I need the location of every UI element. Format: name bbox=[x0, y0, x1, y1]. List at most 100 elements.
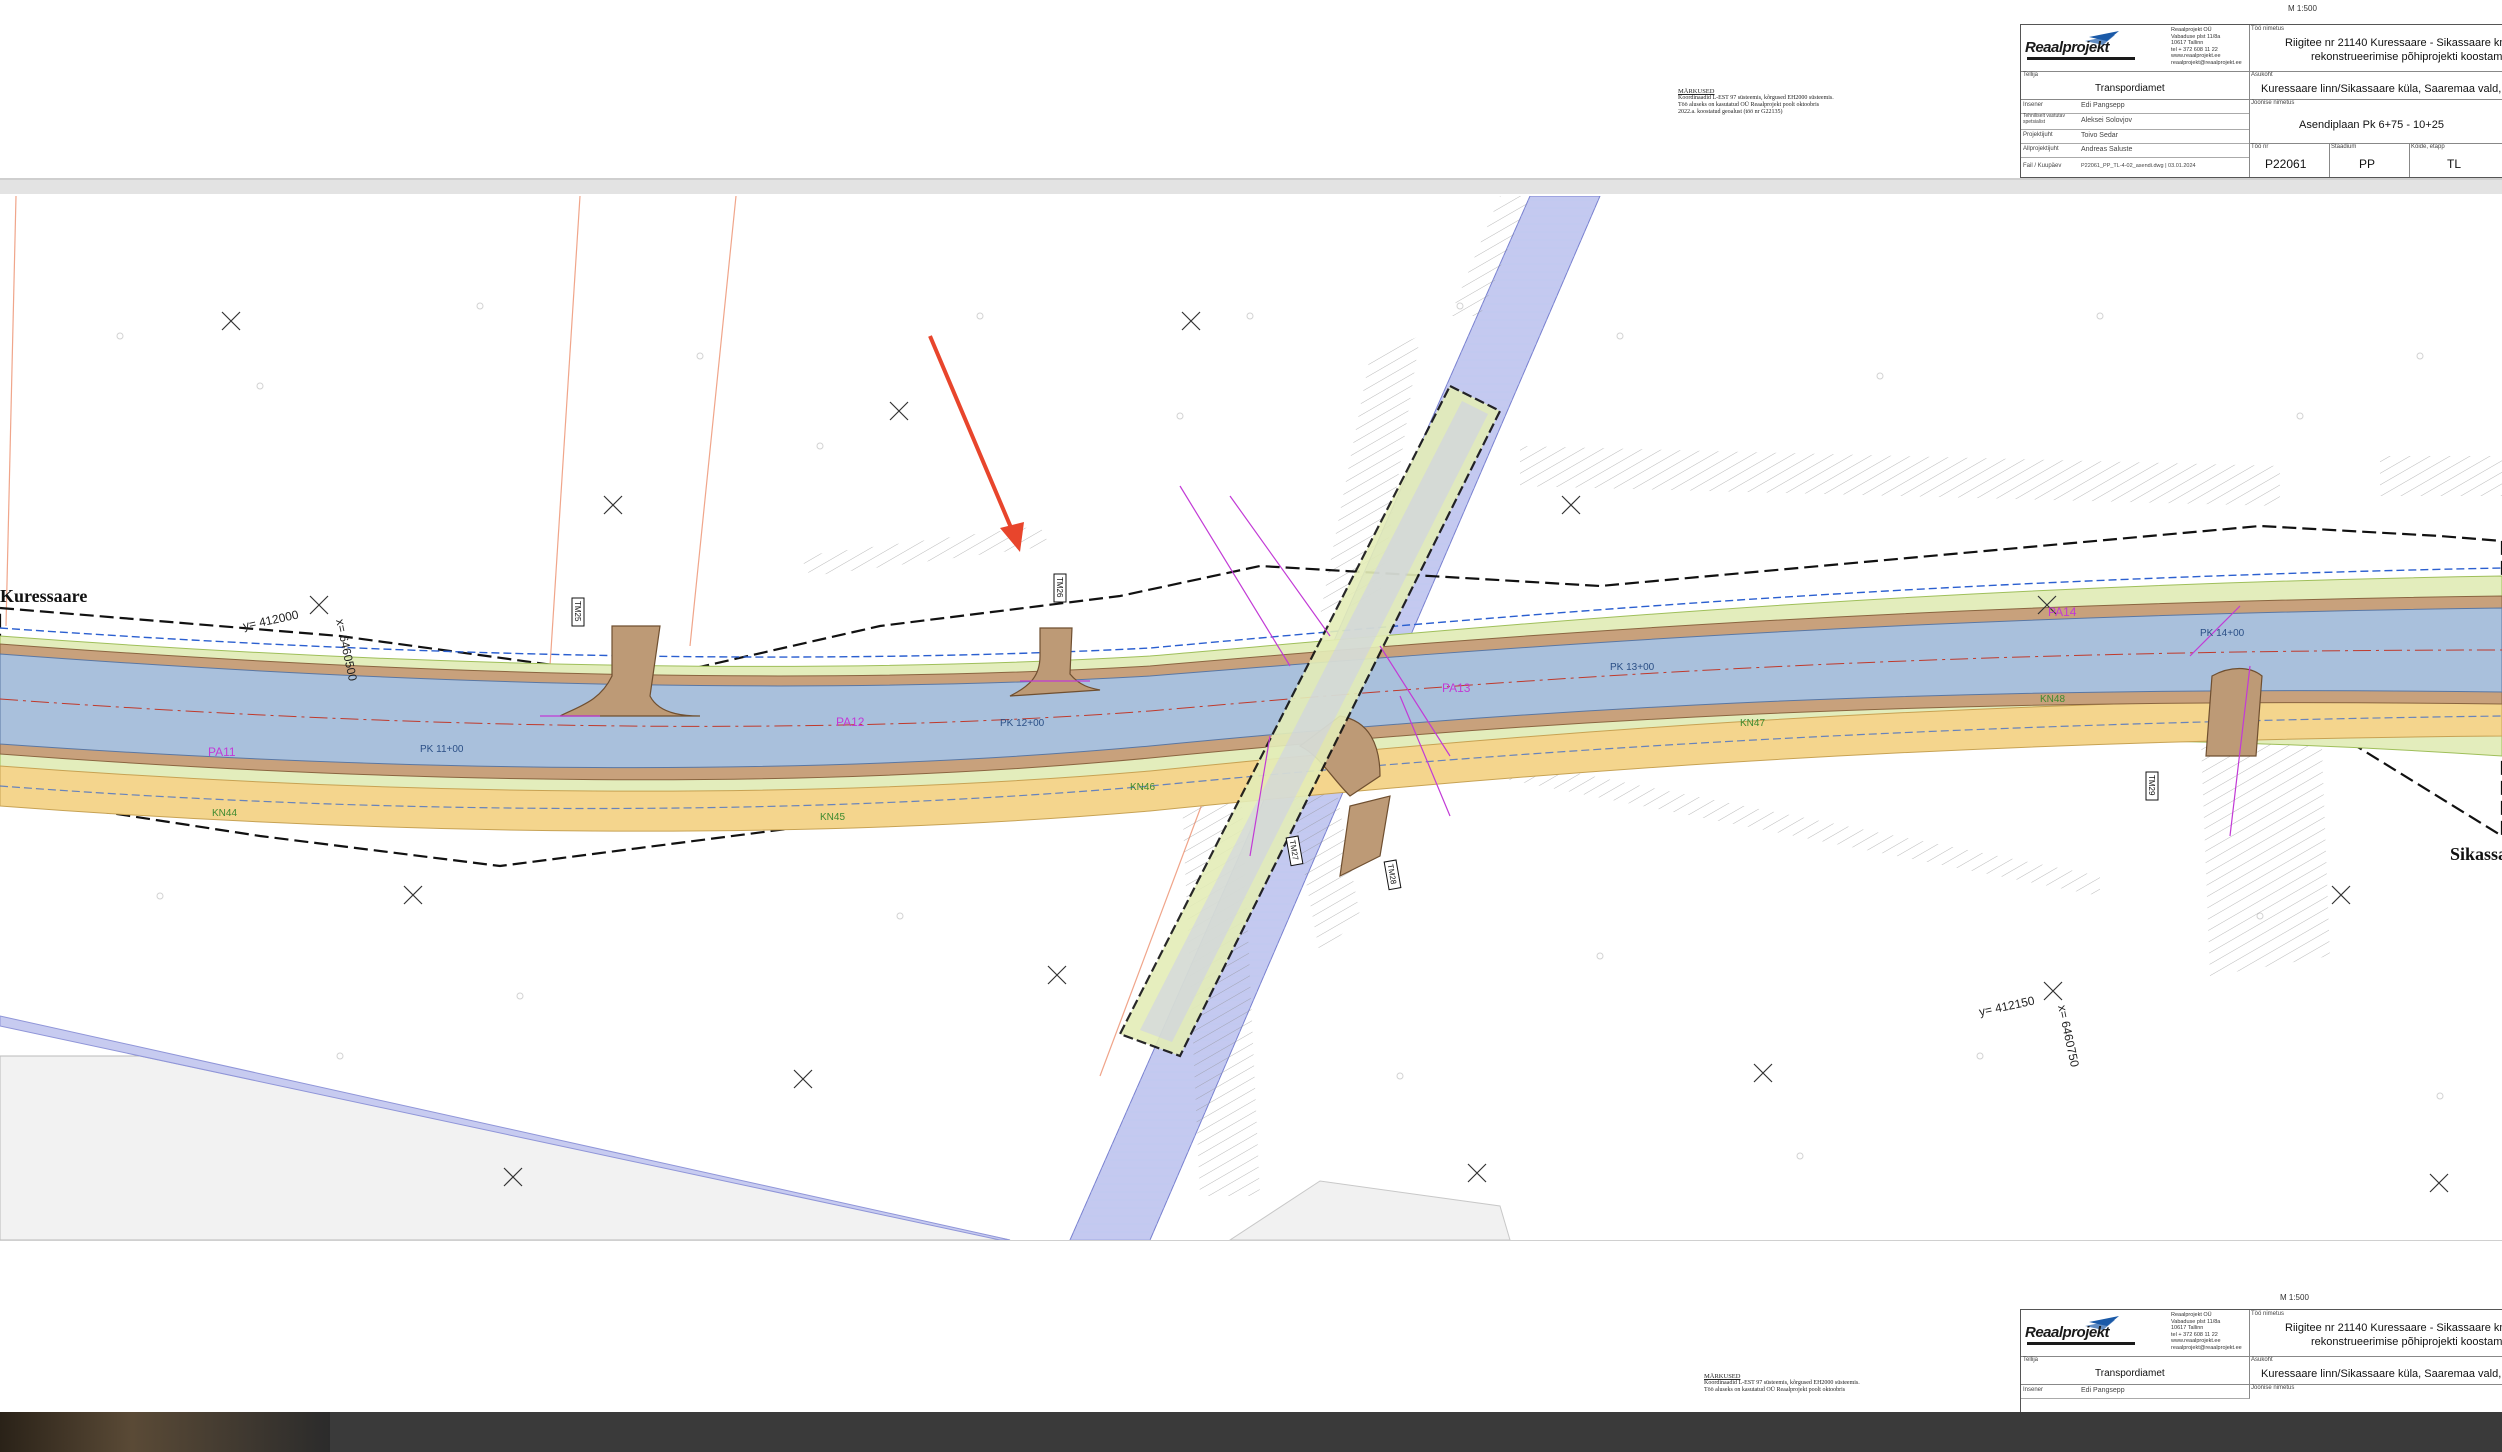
file-label: Fail / Kuupäev bbox=[2023, 163, 2062, 169]
drawing-name-cell: Joonise nimetus bbox=[2249, 1384, 2502, 1414]
coord-label: y= 412150 bbox=[1978, 993, 2036, 1018]
pa-label: PA13 bbox=[1442, 681, 1471, 695]
notes-line: 2022.a. koostatud geoalust (töö nr G2213… bbox=[1678, 109, 1783, 115]
notes-line: Koordinaadid L-EST 97 süsteemis, kõrguse… bbox=[1704, 1380, 1860, 1386]
kn-label: KN45 bbox=[820, 812, 845, 823]
bottom-scale-label: M 1:500 bbox=[2280, 1293, 2309, 1302]
notes-heading: MÄRKUSED bbox=[1704, 1373, 1741, 1380]
top-drawing-sheet: M 1:500 MÄRKUSED Koordinaadid L-EST 97 s… bbox=[0, 0, 2502, 180]
tag-box: TM26 bbox=[1053, 573, 1067, 603]
site-plan-map: Kuressaare Sikassa y= 412000 x= 6460500 … bbox=[0, 196, 2502, 1240]
bottom-notes: MÄRKUSED Koordinaadid L-EST 97 süsteemis… bbox=[1704, 1373, 1860, 1394]
paved-area-left bbox=[0, 1055, 1011, 1240]
person-row: Projektijuht Toivo Sedar bbox=[2021, 129, 2250, 144]
work-no-label: Töö nr bbox=[2251, 144, 2269, 150]
notes-line: Töö aluseks on kasutatud OÜ Reaalprojekt… bbox=[1704, 1387, 1846, 1393]
person-role: Insener bbox=[2023, 1387, 2044, 1393]
work-name-line: rekonstrueerimise põhiprojekti koostam bbox=[2311, 51, 2502, 63]
person-role: Insener bbox=[2023, 102, 2044, 108]
person-name: Aleksei Solovjov bbox=[2081, 117, 2132, 124]
chainage-label: PK 14+00 bbox=[2200, 628, 2245, 639]
client-label: Tellija bbox=[2023, 72, 2039, 78]
bottom-drawing-sheet: M 1:500 MÄRKUSED Koordinaadid L-EST 97 s… bbox=[0, 1240, 2502, 1414]
photo-thumbnail[interactable] bbox=[0, 1412, 330, 1452]
tag-box: TM28 bbox=[1383, 859, 1402, 891]
work-name-label: Töö nimetus bbox=[2251, 1311, 2285, 1317]
tag-text: TM29 bbox=[2147, 775, 2156, 796]
tag-text: TM26 bbox=[1055, 577, 1064, 598]
person-role: Tehniliselt vastutav spetsialist bbox=[2023, 113, 2065, 125]
work-name-label: Töö nimetus bbox=[2251, 26, 2285, 32]
kn-label: KN44 bbox=[212, 808, 237, 819]
work-name-cell: Töö nimetus Riigitee nr 21140 Kuressaare… bbox=[2249, 25, 2502, 72]
top-notes: MÄRKUSED Koordinaadid L-EST 97 süsteemis… bbox=[1678, 88, 1834, 116]
address-line: reaalprojekt@reaalprojekt.ee bbox=[2171, 1344, 2242, 1351]
location-label: Asukoht bbox=[2251, 72, 2273, 78]
person-row: Tehniliselt vastutav spetsialist Aleksei… bbox=[2021, 113, 2250, 130]
kn-label: KN46 bbox=[1130, 782, 1155, 793]
location-cell: Asukoht Kuressaare linn/Sikassaare küla,… bbox=[2249, 71, 2502, 100]
town-label-left: Kuressaare bbox=[0, 586, 87, 606]
location-value: Kuressaare linn/Sikassaare küla, Saarema… bbox=[2261, 83, 2502, 95]
kn-label: KN47 bbox=[1740, 718, 1765, 729]
drawing-name-label: Joonise nimetus bbox=[2251, 1385, 2295, 1391]
notes-line: Koordinaadid L-EST 97 süsteemis, kõrguse… bbox=[1678, 95, 1834, 101]
company-logo-text: Reaalprojekt bbox=[2025, 39, 2110, 56]
notes-line: Töö aluseks on kasutatud OÜ Reaalprojekt… bbox=[1678, 102, 1820, 108]
person-name: Toivo Sedar bbox=[2081, 132, 2118, 139]
location-cell: Asukoht Kuressaare linn/Sikassaare küla,… bbox=[2249, 1356, 2502, 1385]
notes-heading: MÄRKUSED bbox=[1678, 88, 1715, 95]
work-name-line: Riigitee nr 21140 Kuressaare - Sikassaar… bbox=[2285, 1322, 2502, 1334]
tag-box: TM25 bbox=[571, 597, 585, 627]
drawing-name-value: Asendiplaan Pk 6+75 - 10+25 bbox=[2299, 119, 2444, 131]
red-arrow-icon bbox=[928, 335, 1024, 552]
client-value: Transpordiamet bbox=[2095, 1368, 2165, 1379]
drawing-name-label: Joonise nimetus bbox=[2251, 100, 2295, 106]
person-name: Edi Pangsepp bbox=[2081, 102, 2125, 109]
company-cell: Reaalprojekt Reaalprojekt OÜ Vabaduse pl… bbox=[2021, 25, 2250, 72]
stage-label: Staadium bbox=[2331, 144, 2357, 150]
company-cell: Reaalprojekt Reaalprojekt OÜ Vabaduse pl… bbox=[2021, 1310, 2250, 1357]
location-value: Kuressaare linn/Sikassaare küla, Saarema… bbox=[2261, 1368, 2502, 1380]
kn-label: KN48 bbox=[2040, 694, 2065, 705]
top-scale-label: M 1:500 bbox=[2288, 4, 2317, 13]
sheet-gap bbox=[0, 180, 2502, 194]
person-role: Projektijuht bbox=[2023, 132, 2053, 138]
stage-value: PP bbox=[2359, 157, 2376, 171]
client-value: Transpordiamet bbox=[2095, 83, 2165, 94]
person-role: Allprojektijuht bbox=[2023, 146, 2059, 152]
person-row: Insener Edi Pangsepp bbox=[2021, 99, 2250, 114]
person-row: Insener Edi Pangsepp bbox=[2021, 1384, 2250, 1399]
pa-label: PA11 bbox=[208, 745, 236, 759]
tag-box: TM29 bbox=[2145, 771, 2159, 801]
top-title-block: Reaalprojekt Reaalprojekt OÜ Vabaduse pl… bbox=[2020, 24, 2502, 178]
work-name-line: Riigitee nr 21140 Kuressaare - Sikassaar… bbox=[2285, 37, 2502, 49]
building-bottom bbox=[1229, 1180, 1511, 1240]
work-no-value: P22061 bbox=[2265, 157, 2307, 171]
address-line: reaalprojekt@reaalprojekt.ee bbox=[2171, 59, 2242, 66]
town-label-right: Sikassa bbox=[2450, 844, 2502, 864]
client-cell: Tellija Transpordiamet bbox=[2021, 71, 2250, 100]
viewer-bottom-strip bbox=[0, 1412, 2502, 1452]
chainage-label: PK 11+00 bbox=[420, 744, 464, 755]
location-label: Asukoht bbox=[2251, 1357, 2273, 1363]
part-value: TL bbox=[2447, 157, 2462, 171]
drawing-name-cell: Joonise nimetus Asendiplaan Pk 6+75 - 10… bbox=[2249, 99, 2502, 144]
pa-label: PA12 bbox=[836, 715, 865, 729]
tag-text: TM25 bbox=[573, 601, 582, 622]
company-address: Reaalprojekt OÜ Vabaduse plst 11/8a 1061… bbox=[2171, 27, 2242, 66]
client-label: Tellija bbox=[2023, 1357, 2039, 1363]
company-logo-text: Reaalprojekt bbox=[2025, 1324, 2110, 1341]
stage-cell: Staadium PP bbox=[2329, 143, 2410, 177]
coord-label: x= 6460750 bbox=[2055, 1004, 2082, 1069]
part-label: Köide, etapp bbox=[2411, 144, 2445, 150]
work-no-cell: Töö nr P22061 bbox=[2249, 143, 2330, 177]
company-address: Reaalprojekt OÜ Vabaduse plst 11/8a 1061… bbox=[2171, 1312, 2242, 1351]
client-cell: Tellija Transpordiamet bbox=[2021, 1356, 2250, 1385]
person-row: Allprojektijuht Andreas Saluste bbox=[2021, 143, 2250, 158]
bottom-title-block: Reaalprojekt Reaalprojekt OÜ Vabaduse pl… bbox=[2020, 1309, 2502, 1414]
person-name: Edi Pangsepp bbox=[2081, 1387, 2125, 1394]
work-name-line: rekonstrueerimise põhiprojekti koostam bbox=[2311, 1336, 2502, 1348]
chainage-label: PK 13+00 bbox=[1610, 662, 1655, 673]
file-row: Fail / Kuupäev P22061_PP_TL-4-02_asendi.… bbox=[2021, 157, 2250, 177]
